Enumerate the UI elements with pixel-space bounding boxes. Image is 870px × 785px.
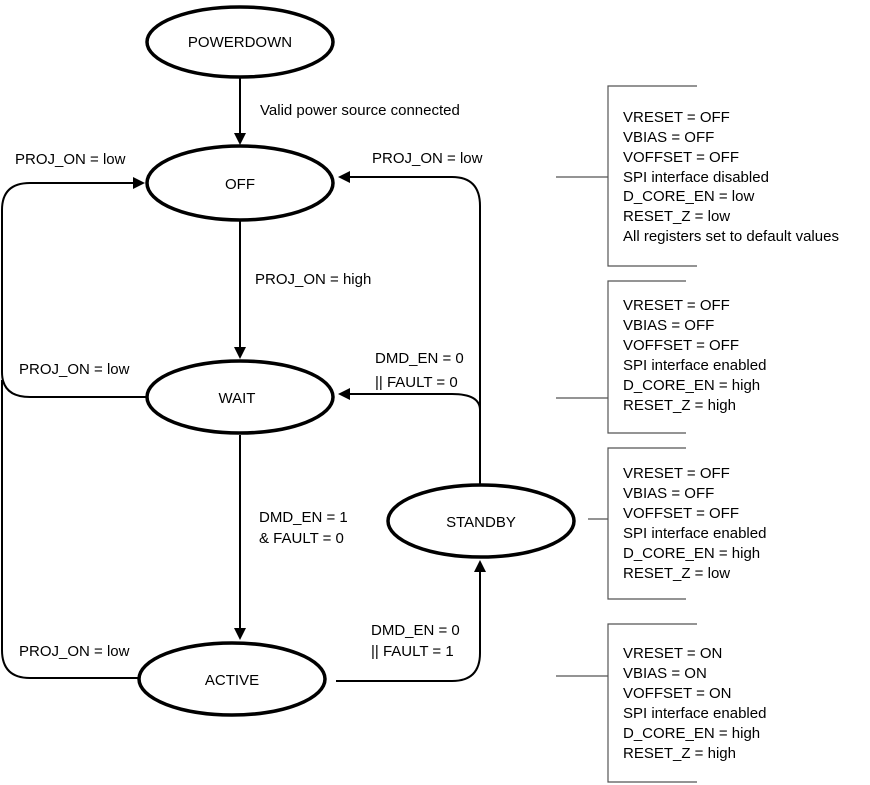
edge-label-standby-to-wait-1: DMD_EN = 0 <box>375 350 464 367</box>
box-line: VRESET = OFF <box>623 465 730 482</box>
box-line: SPI interface enabled <box>623 705 766 722</box>
box-line: D_CORE_EN = low <box>623 188 754 205</box>
box-line: RESET_Z = low <box>623 208 730 225</box>
edge-label-left-loop-to-off: PROJ_ON = low <box>15 151 126 168</box>
node-label: STANDBY <box>446 514 516 531</box>
box-line: VOFFSET = OFF <box>623 149 739 166</box>
box-line: VOFFSET = ON <box>623 685 732 702</box>
edge-label-wait-to-off: PROJ_ON = low <box>19 361 130 378</box>
state-box-wait-text: VRESET = OFF VBIAS = OFF VOFFSET = OFF S… <box>623 297 766 414</box>
box-line: D_CORE_EN = high <box>623 377 760 394</box>
state-box-off-text: VRESET = OFF VBIAS = OFF VOFFSET = OFF S… <box>623 109 839 245</box>
box-line: RESET_Z = high <box>623 397 736 414</box>
box-line: RESET_Z = high <box>623 745 736 762</box>
box-line: VRESET = OFF <box>623 297 730 314</box>
edge-label-powerdown-to-off: Valid power source connected <box>260 102 460 119</box>
box-line: SPI interface enabled <box>623 525 766 542</box>
edge-label-standby-to-off: PROJ_ON = low <box>372 150 483 167</box>
node-standby: STANDBY <box>386 483 576 559</box>
box-line: VBIAS = OFF <box>623 129 714 146</box>
edge-label-active-to-standby-1: DMD_EN = 0 <box>371 622 460 639</box>
state-box-active-text: VRESET = ON VBIAS = ON VOFFSET = ON SPI … <box>623 645 766 762</box>
edge-label-active-to-standby-2: || FAULT = 1 <box>371 643 454 660</box>
edge-active-to-off <box>1 380 146 679</box>
state-box-standby-text: VRESET = OFF VBIAS = OFF VOFFSET = OFF S… <box>623 465 766 582</box>
box-line: VRESET = ON <box>623 645 722 662</box>
box-line: D_CORE_EN = high <box>623 725 760 742</box>
box-line: VOFFSET = OFF <box>623 337 739 354</box>
edge-label-wait-to-active-1: DMD_EN = 1 <box>259 509 348 526</box>
edge-standby-to-wait <box>338 388 481 411</box>
box-line: VOFFSET = OFF <box>623 505 739 522</box>
box-line: All registers set to default values <box>623 228 839 245</box>
box-line: VRESET = OFF <box>623 109 730 126</box>
edge-label-wait-to-active-2: & FAULT = 0 <box>259 530 344 547</box>
node-powerdown: POWERDOWN <box>145 5 335 79</box>
box-line: VBIAS = OFF <box>623 317 714 334</box>
box-line: SPI interface disabled <box>623 169 769 186</box>
node-wait: WAIT <box>145 359 335 435</box>
node-label: OFF <box>225 176 255 193</box>
edge-standby-to-off <box>338 171 481 498</box>
box-line: RESET_Z = low <box>623 565 730 582</box>
node-off: OFF <box>145 144 335 222</box>
edge-label-standby-to-wait-2: || FAULT = 0 <box>375 374 458 391</box>
node-label: ACTIVE <box>205 672 259 689</box>
box-line: SPI interface enabled <box>623 357 766 374</box>
state-diagram: POWERDOWN OFF WAIT STANDBY ACTIVE Valid … <box>1 5 839 783</box>
box-line: D_CORE_EN = high <box>623 545 760 562</box>
node-label: POWERDOWN <box>188 34 292 51</box>
box-line: VBIAS = ON <box>623 665 707 682</box>
node-active: ACTIVE <box>137 641 327 717</box>
node-label: WAIT <box>219 390 256 407</box>
edge-label-active-to-off: PROJ_ON = low <box>19 643 130 660</box>
box-line: VBIAS = OFF <box>623 485 714 502</box>
edge-label-off-to-wait: PROJ_ON = high <box>255 271 371 288</box>
